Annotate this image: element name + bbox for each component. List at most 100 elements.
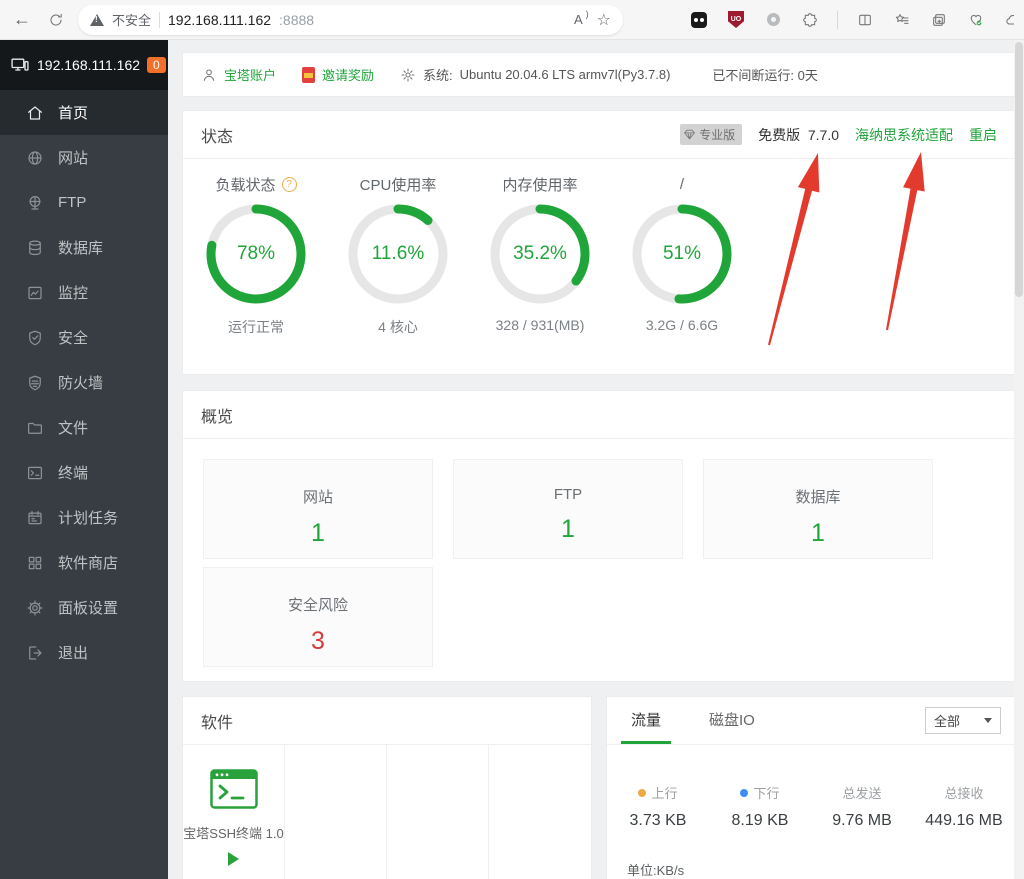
overview-card-website[interactable]: 网站 1 <box>203 459 433 559</box>
account-bar: 宝塔账户 邀请奖励 系统: Ubuntu 20.04.6 LTS armv7l(… <box>182 52 1016 97</box>
gauge-label: CPU使用率 <box>360 174 437 195</box>
main-content: 宝塔账户 邀请奖励 系统: Ubuntu 20.04.6 LTS armv7l(… <box>168 40 1024 879</box>
refresh-icon[interactable] <box>46 10 66 30</box>
sidebar-item-label: 网站 <box>58 147 88 168</box>
sidebar-item-label: 数据库 <box>58 237 103 258</box>
stat-total-sent: 总发送 9.76 MB <box>811 783 913 830</box>
sidebar-item-cron[interactable]: 计划任务 <box>0 495 168 540</box>
software-title: 软件 <box>201 709 233 733</box>
sidebar-item-monitor[interactable]: 监控 <box>0 270 168 315</box>
browser-essentials-icon[interactable] <box>966 10 986 30</box>
folder-icon <box>26 419 44 437</box>
sidebar-item-label: 终端 <box>58 462 88 483</box>
sidebar-item-panel-settings[interactable]: 面板设置 <box>0 585 168 630</box>
favorite-star-icon[interactable]: ☆ <box>597 10 611 30</box>
message-count-badge[interactable]: 0 <box>147 57 166 73</box>
split-screen-icon[interactable] <box>855 10 875 30</box>
overview-card-ftp[interactable]: FTP 1 <box>453 459 683 559</box>
app-name: 宝塔SSH终端 1.0 <box>183 823 283 842</box>
scrollbar-thumb[interactable] <box>1015 42 1023 297</box>
gauge-label: / <box>680 176 684 193</box>
gauge-label: 负载状态 <box>215 174 275 195</box>
tab-traffic[interactable]: 流量 <box>621 709 671 744</box>
divider <box>159 12 160 28</box>
sidebar-item-files[interactable]: 文件 <box>0 405 168 450</box>
sidebar-item-label: 文件 <box>58 417 88 438</box>
sidebar-item-firewall[interactable]: 防火墙 <box>0 360 168 405</box>
security-risk-count[interactable]: 3 <box>204 627 432 656</box>
url-port: :8888 <box>279 12 314 28</box>
sidebar-item-home[interactable]: 首页 <box>0 90 168 135</box>
sidebar-item-website[interactable]: 网站 <box>0 135 168 180</box>
unit-label: 单位:KB/s <box>607 830 1015 879</box>
pro-version-badge[interactable]: 专业版 <box>680 124 742 145</box>
overview-card-database[interactable]: 数据库 1 <box>703 459 933 559</box>
cloud-icon[interactable] <box>1003 10 1014 30</box>
gauge-load: 负载状态 ? 78% 运行正常 <box>185 173 327 337</box>
ssh-terminal-icon <box>210 769 258 809</box>
sidebar-item-database[interactable]: 数据库 <box>0 225 168 270</box>
system-value: Ubuntu 20.04.6 LTS armv7l(Py3.7.8) <box>460 67 671 82</box>
traffic-filter-select[interactable]: 全部 <box>925 707 1001 734</box>
gauge-percent: 78% <box>203 201 309 307</box>
gauge-percent: 11.6% <box>345 201 451 307</box>
system-label: 系统: <box>423 65 453 84</box>
toolbar-divider <box>837 11 838 29</box>
tab-disk-io[interactable]: 磁盘IO <box>699 709 765 744</box>
database-icon <box>26 239 44 257</box>
not-secure-warning-icon <box>90 14 104 26</box>
globe-icon <box>26 149 44 167</box>
sidebar-item-terminal[interactable]: 终端 <box>0 450 168 495</box>
back-icon[interactable]: ← <box>10 9 34 30</box>
sidebar-item-label: 监控 <box>58 282 88 303</box>
server-monitor-icon <box>10 55 30 75</box>
invite-reward-link[interactable]: 邀请奖励 <box>302 65 374 84</box>
filter-value: 全部 <box>934 711 960 730</box>
terminal-icon <box>26 464 44 482</box>
hinas-adapt-link[interactable]: 海纳思系统适配 <box>855 125 953 145</box>
address-bar[interactable]: 不安全 192.168.111.162 :8888 A ☆ <box>78 5 623 35</box>
gauge-root-disk: / 51% 3.2G / 6.6G <box>611 173 753 337</box>
uptime-text: 已不间断运行: 0天 <box>712 65 817 84</box>
database-count[interactable]: 1 <box>704 519 932 548</box>
sidebar-server-header[interactable]: 192.168.111.162 0 <box>0 40 168 90</box>
ftp-icon <box>26 194 44 212</box>
website-count[interactable]: 1 <box>204 519 432 548</box>
start-app-button[interactable] <box>228 852 239 866</box>
loading-ring-icon[interactable] <box>763 10 783 30</box>
sidebar-item-label: FTP <box>58 194 86 211</box>
traffic-stats: 上行 3.73 KB 下行 8.19 KB 总发送 9.76 MB 总接收 44… <box>607 745 1015 830</box>
help-icon[interactable]: ? <box>282 177 297 192</box>
bt-account-link[interactable]: 宝塔账户 <box>201 65 276 84</box>
overview-card-security-risk[interactable]: 安全风险 3 <box>203 567 433 667</box>
ublock-extension-icon[interactable]: UO <box>726 10 746 30</box>
dark-reader-extension-icon[interactable] <box>689 10 709 30</box>
sidebar-item-app-store[interactable]: 软件商店 <box>0 540 168 585</box>
read-aloud-icon[interactable]: A <box>574 12 589 27</box>
page-scrollbar[interactable] <box>1014 40 1024 879</box>
gear-icon <box>26 599 44 617</box>
downstream-dot-icon <box>740 789 748 797</box>
restart-link[interactable]: 重启 <box>969 125 997 145</box>
sidebar: 192.168.111.162 0 首页 网站 FTP 数据库 监控 安全 <box>0 40 168 879</box>
app-ssh-terminal[interactable]: 宝塔SSH终端 1.0 <box>183 745 285 879</box>
sidebar-item-label: 计划任务 <box>58 507 118 528</box>
software-card: 软件 宝塔SSH终端 1.0 <box>182 696 592 879</box>
person-icon <box>201 67 217 83</box>
diamond-icon <box>683 128 696 141</box>
shield-check-icon <box>26 329 44 347</box>
sidebar-item-security[interactable]: 安全 <box>0 315 168 360</box>
favorites-bar-icon[interactable] <box>892 10 912 30</box>
browser-toolbar: ← 不安全 192.168.111.162 :8888 A ☆ UO <box>0 0 1024 40</box>
ftp-count[interactable]: 1 <box>454 515 682 544</box>
url-host: 192.168.111.162 <box>168 12 271 28</box>
status-card: 状态 专业版 免费版 7.7.0 海纳思系统适配 重启 负载状态 ? <box>182 110 1016 375</box>
logout-icon <box>26 644 44 662</box>
sidebar-item-ftp[interactable]: FTP <box>0 180 168 225</box>
sidebar-item-logout[interactable]: 退出 <box>0 630 168 675</box>
sidebar-item-label: 防火墙 <box>58 372 103 393</box>
collections-icon[interactable] <box>929 10 949 30</box>
extensions-puzzle-icon[interactable] <box>800 10 820 30</box>
gauge-percent: 35.2% <box>487 201 593 307</box>
gauges-row: 负载状态 ? 78% 运行正常 CPU使用率 11.6% 4 核心 <box>183 159 1015 337</box>
